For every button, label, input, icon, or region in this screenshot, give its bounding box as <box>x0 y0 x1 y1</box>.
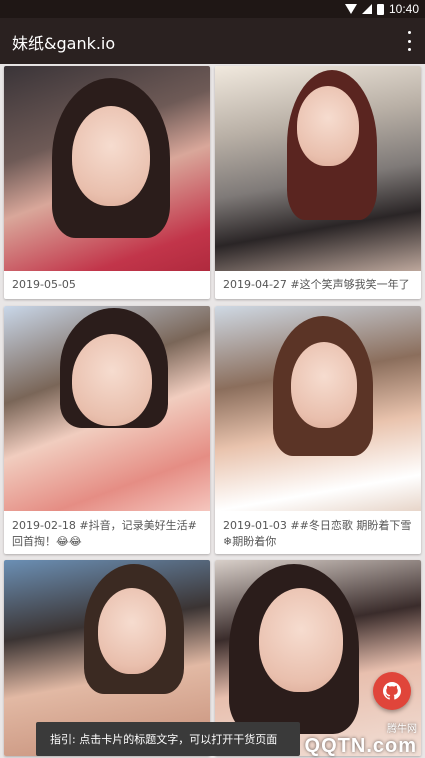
photo-card[interactable]: 2019-01-03 ##冬日恋歌 期盼着下雪❄期盼着你 <box>215 306 421 554</box>
card-caption[interactable]: 2019-04-27 #这个笑声够我笑一年了 <box>223 277 415 293</box>
watermark-small: 腾牛网 <box>387 724 417 735</box>
card-caption[interactable]: 2019-01-03 ##冬日恋歌 期盼着下雪❄期盼着你 <box>223 518 415 550</box>
battery-icon <box>376 3 384 15</box>
github-icon[interactable] <box>373 672 411 710</box>
photo-card[interactable]: 2019-04-27 #这个笑声够我笑一年了 <box>215 66 421 299</box>
photo-card[interactable]: 2019-05-05 <box>4 66 210 299</box>
card-photo[interactable] <box>4 66 210 271</box>
card-photo[interactable] <box>215 66 421 271</box>
hint-toast: 指引: 点击卡片的标题文字，可以打开干货页面 <box>36 722 300 756</box>
watermark-big: QQTN.com <box>304 735 417 757</box>
card-caption[interactable]: 2019-05-05 <box>12 277 204 293</box>
github-icon-glyph <box>383 682 401 700</box>
photo-card[interactable]: 2019-02-18 #抖音，记录美好生活# 回首掏！😂😂 <box>4 306 210 554</box>
more-vert-icon[interactable] <box>405 31 413 51</box>
app-title: 妹纸&gank.io <box>12 34 116 53</box>
wifi-icon <box>344 4 357 14</box>
status-bar: 10:40 <box>0 0 425 18</box>
card-caption[interactable]: 2019-02-18 #抖音，记录美好生活# 回首掏！😂😂 <box>12 518 204 550</box>
status-time: 10:40 <box>388 2 419 16</box>
app-toolbar: 妹纸&gank.io <box>0 18 425 64</box>
site-watermark: 腾牛网 QQTN.com <box>305 720 417 758</box>
card-photo[interactable] <box>4 306 210 511</box>
signal-icon <box>361 4 372 14</box>
card-photo[interactable] <box>215 306 421 511</box>
